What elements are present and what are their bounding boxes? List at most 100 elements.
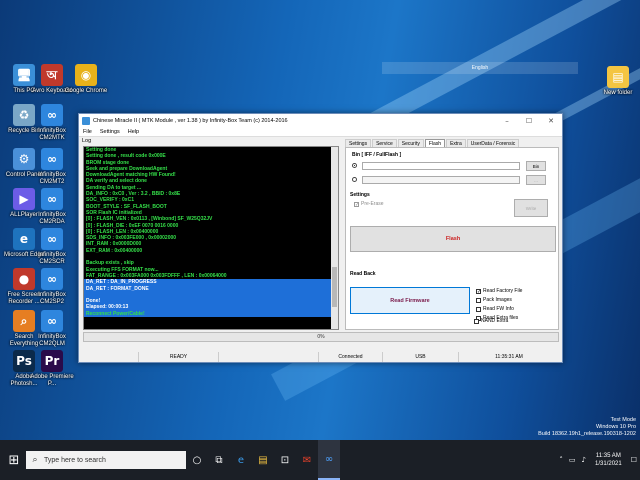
maximize-icon[interactable]: ☐	[518, 117, 540, 125]
nand-extra-checkbox[interactable]: NAND Extra	[474, 318, 508, 324]
bin-section-label: Bin [ IFF / FullFlash ]	[352, 152, 402, 158]
taskbar-search[interactable]: ⌕ Type here to search	[26, 451, 186, 469]
status-cell	[79, 352, 139, 362]
desktop: English 🖥 This PC অ Avro Keyboard ◉ Google Ch…	[0, 0, 640, 480]
cm2-window: Chinese Miracle II ( MTK Module , ver 1.…	[78, 113, 563, 363]
browse-button[interactable]: ...	[526, 175, 546, 185]
desktop-icon-label: InfinityBox CM2RDA	[38, 212, 66, 225]
language-bar[interactable]: English	[382, 62, 578, 74]
progress-bar: 0%	[83, 332, 559, 342]
readback-option-label: Pack Images	[483, 297, 512, 303]
cm2-taskbar-icon[interactable]: ∞	[318, 440, 340, 480]
flash-button[interactable]: Flash	[350, 226, 556, 252]
clock-date: 1/31/2021	[595, 461, 622, 467]
infinitybox-cm2mtk-icon: ∞	[41, 104, 63, 126]
infinitybox-cm2rda-icon: ∞	[41, 188, 63, 210]
log-scrollbar[interactable]	[331, 147, 338, 329]
nand-extra-label: NAND Extra	[481, 318, 509, 324]
desktop-icon-google-chrome[interactable]: ◉ Google Chrome	[64, 64, 108, 95]
mail-icon[interactable]: ✉	[296, 440, 318, 480]
desktop-icon-label: InfinityBox CM2SP2	[38, 292, 66, 305]
flash-tab-panel: Bin [ IFF / FullFlash ] Bin ... Settings…	[345, 147, 559, 330]
status-time: 11:35:31 AM	[495, 354, 523, 360]
chevron-up-icon[interactable]: ˄	[559, 456, 563, 464]
log-panel[interactable]: Setting done Setting done , result code 0…	[83, 146, 339, 330]
desktop-icon-label: InfinityBox CM2QLM	[38, 334, 66, 347]
infinitybox-cm2sp2-icon: ∞	[41, 268, 63, 290]
desktop-icon-label: InfinityBox CM2MTK	[38, 128, 66, 141]
desktop-icon-label: InfinityBox CM2MT2	[38, 172, 66, 185]
desktop-icon-infinitybox-cm2sp2[interactable]: ∞ InfinityBox CM2SP2	[30, 268, 74, 306]
flash-button-label: Flash	[445, 236, 461, 242]
avro-keyboard-icon: অ	[41, 64, 63, 86]
infinitybox-cm2mt2-icon: ∞	[41, 148, 63, 170]
desktop-icon-label: New folder	[603, 90, 633, 96]
bin-radio-2[interactable]	[352, 177, 357, 182]
checkbox-box: ✓	[476, 288, 482, 295]
desktop-icon-label: Google Chrome	[64, 88, 108, 94]
watermark-line: Windows 10 Pro	[595, 424, 636, 430]
checkbox-box	[476, 306, 481, 312]
pre-erase-box: ✓	[354, 201, 360, 208]
read-firmware-button[interactable]: Read Firmware	[350, 287, 470, 314]
progress-text: 0%	[317, 334, 325, 340]
readback-option-checkbox[interactable]: Read FW Info	[476, 306, 514, 312]
readback-option-label: Read FW Info	[483, 306, 514, 312]
app-icon	[82, 117, 90, 125]
status-cell	[219, 352, 319, 362]
infinitybox-cm2scr-icon: ∞	[41, 228, 63, 250]
menu-settings[interactable]: Settings	[100, 129, 120, 135]
cortana-icon[interactable]: ○	[186, 440, 208, 480]
store-icon[interactable]: ⊡	[274, 440, 296, 480]
log-lines: Setting done Setting done , result code 0…	[84, 147, 338, 318]
notification-icon[interactable]: ☐	[631, 456, 637, 464]
new-folder-icon: ▤	[607, 66, 629, 88]
menu-file[interactable]: File	[83, 129, 92, 135]
readback-option-label: Read Factory File	[483, 288, 523, 294]
minimize-icon[interactable]: –	[496, 117, 518, 125]
google-chrome-icon: ◉	[75, 64, 97, 86]
scrollbar-thumb[interactable]	[332, 267, 337, 307]
desktop-icon-infinitybox-cm2mt2[interactable]: ∞ InfinityBox CM2MT2	[30, 148, 74, 186]
watermark-line: Test Mode	[610, 417, 636, 423]
desktop-icon-infinitybox-cm2rda[interactable]: ∞ InfinityBox CM2RDA	[30, 188, 74, 226]
write-button[interactable]: Write	[514, 199, 548, 217]
desktop-icon-infinitybox-cm2mtk[interactable]: ∞ InfinityBox CM2MTK	[30, 104, 74, 142]
title-bar[interactable]: Chinese Miracle II ( MTK Module , ver 1.…	[79, 114, 562, 128]
desktop-icon-infinitybox-cm2scr[interactable]: ∞ InfinityBox CM2SCR	[30, 228, 74, 266]
status-state: READY	[139, 352, 219, 362]
system-tray: ˄ ▭ ♪ 11:35 AM 1/31/2021 ☐	[556, 440, 640, 480]
adobe-premiere-icon: Pr	[41, 350, 63, 372]
menu-help[interactable]: Help	[128, 129, 139, 135]
desktop-icon-label: InfinityBox CM2SCR	[38, 252, 66, 265]
desktop-icon-new-folder[interactable]: ▤ New folder	[596, 66, 640, 97]
bin-radio-1[interactable]	[352, 163, 357, 168]
search-placeholder: Type here to search	[44, 456, 106, 464]
clock-time: 11:35 AM	[595, 453, 621, 459]
infinitybox-cm2qlm-icon: ∞	[41, 310, 63, 332]
settings-section-label: Settings	[350, 192, 370, 198]
edge-icon[interactable]: e	[230, 440, 252, 480]
readback-option-checkbox[interactable]: Pack Images	[476, 297, 512, 303]
taskbar: ⊞ ⌕ Type here to search ○ ⧉ e ▤ ⊡ ✉ ∞ ˄ …	[0, 440, 640, 480]
pre-erase-checkbox[interactable]: ✓ Pre-Erase	[354, 201, 384, 207]
window-title: Chinese Miracle II ( MTK Module , ver 1.…	[93, 118, 288, 124]
log-line: Reconnect Power/Cable!	[84, 310, 338, 318]
readback-option-checkbox[interactable]: ✓ Read Factory File	[476, 288, 522, 294]
task-view-icon[interactable]: ⧉	[208, 440, 230, 480]
desktop-icon-adobe-premiere[interactable]: Pr Adobe Premiere P...	[30, 350, 74, 388]
read-firmware-label: Read Firmware	[390, 298, 430, 304]
start-button[interactable]: ⊞	[2, 440, 26, 480]
file-explorer-icon[interactable]: ▤	[252, 440, 274, 480]
desktop-icon-infinitybox-cm2qlm[interactable]: ∞ InfinityBox CM2QLM	[30, 310, 74, 348]
bin-path-field-2[interactable]	[362, 176, 520, 184]
bin-path-field[interactable]	[362, 162, 520, 170]
pre-erase-label: Pre-Erase	[361, 201, 384, 207]
test-mode-watermark: Test Mode Windows 10 Pro Build 18362.19h…	[538, 417, 636, 438]
volume-icon[interactable]: ♪	[582, 456, 586, 464]
clock[interactable]: 11:35 AM 1/31/2021	[595, 452, 622, 468]
watermark-line: Build 18362.19h1_release.190318-1202	[538, 431, 636, 437]
close-icon[interactable]: ✕	[540, 117, 562, 125]
network-icon[interactable]: ▭	[569, 456, 576, 464]
bin-button[interactable]: Bin	[526, 161, 546, 171]
